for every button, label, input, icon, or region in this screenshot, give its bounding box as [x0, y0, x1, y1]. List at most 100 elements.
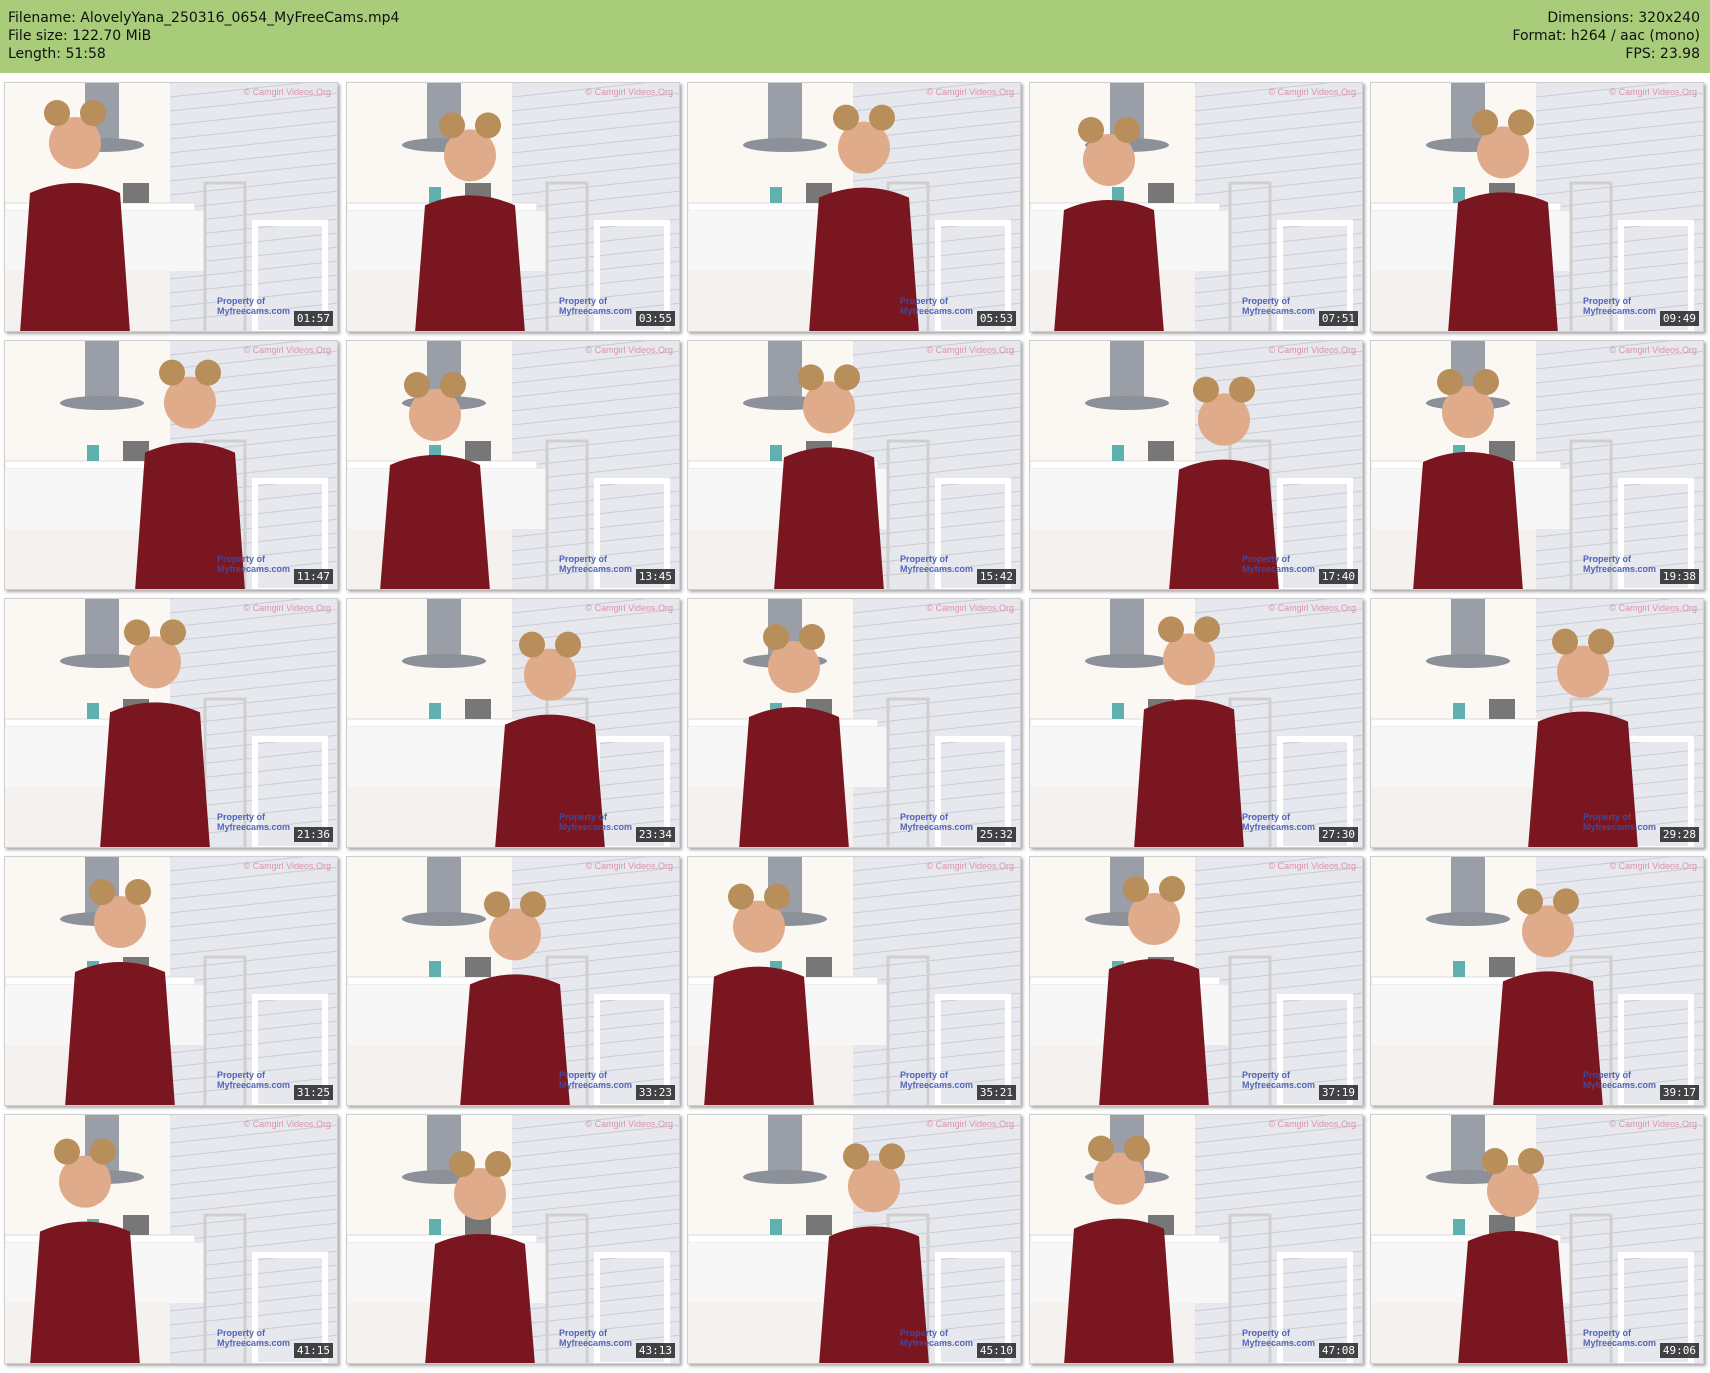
timestamp-label: 01:57	[293, 311, 333, 326]
corner-watermark: © Camgirl Videos.Org	[1268, 861, 1357, 871]
timestamp-label: 41:15	[293, 1343, 333, 1358]
frame-image	[347, 341, 679, 589]
frame-image	[688, 599, 1020, 847]
frame-image	[5, 341, 337, 589]
timestamp-label: 49:06	[1659, 1343, 1699, 1358]
video-thumbnail[interactable]: © Camgirl Videos.Org Property of Myfreeca…	[1370, 82, 1704, 332]
dimensions-text: Dimensions: 320x240	[1547, 10, 1700, 26]
format-text: Format: h264 / aac (mono)	[1512, 28, 1700, 44]
timestamp-label: 37:19	[1318, 1085, 1358, 1100]
frame-image	[5, 83, 337, 331]
video-thumbnail[interactable]: © Camgirl Videos.Org Property of Myfreeca…	[4, 856, 338, 1106]
corner-watermark: © Camgirl Videos.Org	[1609, 1119, 1698, 1129]
frame-image	[1371, 857, 1703, 1105]
video-thumbnail[interactable]: © Camgirl Videos.Org Property of Myfreeca…	[1370, 340, 1704, 590]
frame-image	[347, 83, 679, 331]
video-thumbnail[interactable]: © Camgirl Videos.Org Property of Myfreeca…	[1370, 1114, 1704, 1364]
video-thumbnail[interactable]: © Camgirl Videos.Org Property of Myfreeca…	[346, 1114, 680, 1364]
video-thumbnail[interactable]: © Camgirl Videos.Org Property of Myfreeca…	[1370, 598, 1704, 848]
video-thumbnail[interactable]: © Camgirl Videos.Org Property of Myfreeca…	[1029, 856, 1363, 1106]
corner-watermark: © Camgirl Videos.Org	[243, 603, 332, 613]
frame-image	[1030, 83, 1362, 331]
frame-image	[1030, 599, 1362, 847]
timestamp-label: 07:51	[1318, 311, 1358, 326]
video-thumbnail[interactable]: © Camgirl Videos.Org Property of Myfreeca…	[1370, 856, 1704, 1106]
timestamp-label: 27:30	[1318, 827, 1358, 842]
timestamp-label: 11:47	[293, 569, 333, 584]
frame-image	[688, 1115, 1020, 1363]
video-thumbnail[interactable]: © Camgirl Videos.Org Property of Myfreeca…	[687, 82, 1021, 332]
media-info: Dimensions: 320x240 Format: h264 / aac (…	[1512, 9, 1700, 63]
video-thumbnail[interactable]: © Camgirl Videos.Org Property of Myfreeca…	[346, 340, 680, 590]
timestamp-label: 21:36	[293, 827, 333, 842]
video-thumbnail[interactable]: © Camgirl Videos.Org Property of Myfreeca…	[1029, 598, 1363, 848]
video-thumbnail[interactable]: © Camgirl Videos.Org Property of Myfreeca…	[346, 82, 680, 332]
corner-watermark: © Camgirl Videos.Org	[585, 603, 674, 613]
video-thumbnail[interactable]: © Camgirl Videos.Org Property of Myfreeca…	[687, 598, 1021, 848]
timestamp-label: 03:55	[635, 311, 675, 326]
frame-image	[1371, 1115, 1703, 1363]
filesize-text: File size: 122.70 MiB	[8, 28, 152, 44]
corner-watermark: © Camgirl Videos.Org	[1609, 603, 1698, 613]
video-thumbnail[interactable]: © Camgirl Videos.Org Property of Myfreeca…	[1029, 340, 1363, 590]
frame-image	[688, 341, 1020, 589]
video-thumbnail[interactable]: © Camgirl Videos.Org Property of Myfreeca…	[346, 598, 680, 848]
frame-image	[1030, 857, 1362, 1105]
info-header: Filename: AlovelyYana_250316_0654_MyFree…	[0, 0, 1710, 73]
timestamp-label: 19:38	[1659, 569, 1699, 584]
frame-image	[347, 599, 679, 847]
timestamp-label: 43:13	[635, 1343, 675, 1358]
corner-watermark: © Camgirl Videos.Org	[243, 861, 332, 871]
timestamp-label: 05:53	[976, 311, 1016, 326]
timestamp-label: 23:34	[635, 827, 675, 842]
timestamp-label: 47:08	[1318, 1343, 1358, 1358]
frame-image	[347, 1115, 679, 1363]
corner-watermark: © Camgirl Videos.Org	[243, 1119, 332, 1129]
corner-watermark: © Camgirl Videos.Org	[585, 345, 674, 355]
frame-image	[1371, 83, 1703, 331]
video-thumbnail[interactable]: © Camgirl Videos.Org Property of Myfreeca…	[1029, 82, 1363, 332]
video-thumbnail[interactable]: © Camgirl Videos.Org Property of Myfreeca…	[346, 856, 680, 1106]
video-thumbnail[interactable]: © Camgirl Videos.Org Property of Myfreeca…	[4, 82, 338, 332]
corner-watermark: © Camgirl Videos.Org	[1609, 861, 1698, 871]
frame-image	[347, 857, 679, 1105]
corner-watermark: © Camgirl Videos.Org	[243, 87, 332, 97]
corner-watermark: © Camgirl Videos.Org	[1268, 1119, 1357, 1129]
frame-image	[5, 857, 337, 1105]
filename-text: Filename: AlovelyYana_250316_0654_MyFree…	[8, 10, 400, 26]
video-thumbnail[interactable]: © Camgirl Videos.Org Property of Myfreeca…	[687, 856, 1021, 1106]
thumbnail-grid: © Camgirl Videos.Org Property of Myfreeca…	[4, 82, 1706, 1369]
corner-watermark: © Camgirl Videos.Org	[1268, 345, 1357, 355]
file-info: Filename: AlovelyYana_250316_0654_MyFree…	[8, 9, 399, 63]
frame-image	[1030, 341, 1362, 589]
timestamp-label: 13:45	[635, 569, 675, 584]
length-text: Length: 51:58	[8, 46, 106, 62]
video-thumbnail[interactable]: © Camgirl Videos.Org Property of Myfreeca…	[4, 340, 338, 590]
timestamp-label: 35:21	[976, 1085, 1016, 1100]
timestamp-label: 25:32	[976, 827, 1016, 842]
video-thumbnail[interactable]: © Camgirl Videos.Org Property of Myfreeca…	[4, 598, 338, 848]
video-thumbnail[interactable]: © Camgirl Videos.Org Property of Myfreeca…	[687, 340, 1021, 590]
timestamp-label: 09:49	[1659, 311, 1699, 326]
corner-watermark: © Camgirl Videos.Org	[1609, 87, 1698, 97]
corner-watermark: © Camgirl Videos.Org	[585, 861, 674, 871]
timestamp-label: 31:25	[293, 1085, 333, 1100]
frame-image	[688, 857, 1020, 1105]
frame-image	[5, 599, 337, 847]
corner-watermark: © Camgirl Videos.Org	[243, 345, 332, 355]
video-thumbnail[interactable]: © Camgirl Videos.Org Property of Myfreeca…	[687, 1114, 1021, 1364]
frame-image	[1030, 1115, 1362, 1363]
frame-image	[1371, 599, 1703, 847]
corner-watermark: © Camgirl Videos.Org	[1268, 603, 1357, 613]
timestamp-label: 39:17	[1659, 1085, 1699, 1100]
corner-watermark: © Camgirl Videos.Org	[926, 603, 1015, 613]
corner-watermark: © Camgirl Videos.Org	[926, 345, 1015, 355]
corner-watermark: © Camgirl Videos.Org	[585, 87, 674, 97]
frame-image	[688, 83, 1020, 331]
timestamp-label: 45:10	[976, 1343, 1016, 1358]
timestamp-label: 17:40	[1318, 569, 1358, 584]
timestamp-label: 29:28	[1659, 827, 1699, 842]
corner-watermark: © Camgirl Videos.Org	[926, 1119, 1015, 1129]
video-thumbnail[interactable]: © Camgirl Videos.Org Property of Myfreeca…	[1029, 1114, 1363, 1364]
video-thumbnail[interactable]: © Camgirl Videos.Org Property of Myfreeca…	[4, 1114, 338, 1364]
